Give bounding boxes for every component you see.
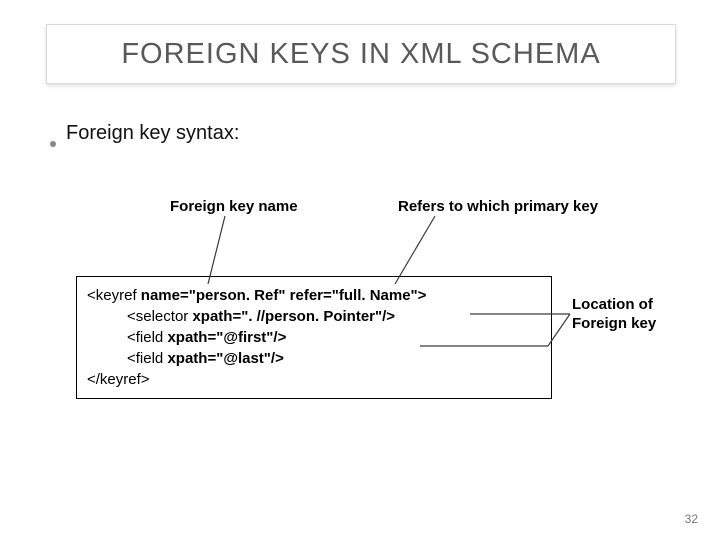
code-l3b: xpath="@first"/>: [167, 329, 286, 346]
code-l1c: refer="full. Name">: [290, 287, 427, 304]
line-fkname: [208, 216, 225, 284]
code-l4b: xpath="@last"/>: [167, 350, 283, 367]
code-line-2: <selector xpath=". //person. Pointer"/>: [87, 306, 541, 327]
label-refers-primary-key: Refers to which primary key: [398, 198, 598, 215]
code-l3a: <field: [127, 329, 167, 346]
slide-title: FOREIGN KEYS IN XML SCHEMA: [121, 38, 600, 71]
label-location-foreign-key: Location of Foreign key: [572, 296, 656, 334]
bullet-dot-icon: [50, 141, 56, 147]
line-refers: [395, 216, 435, 284]
code-line-5: </keyref>: [87, 369, 541, 390]
bullet-row: Foreign key syntax:: [50, 122, 239, 145]
code-l1b: name="person. Ref": [141, 287, 290, 304]
label-location-line1: Location of: [572, 296, 653, 313]
code-line-4: <field xpath="@last"/>: [87, 348, 541, 369]
label-foreign-key-name: Foreign key name: [170, 198, 298, 215]
code-line-3: <field xpath="@first"/>: [87, 327, 541, 348]
code-l2a: <selector: [127, 308, 192, 325]
page-number: 32: [685, 512, 698, 526]
code-l2b: xpath=". //person. Pointer"/>: [192, 308, 395, 325]
label-location-line2: Foreign key: [572, 315, 656, 332]
code-l1a: <keyref: [87, 287, 141, 304]
code-line-1: <keyref name="person. Ref" refer="full. …: [87, 285, 541, 306]
bullet-text: Foreign key syntax:: [66, 122, 239, 145]
code-l4a: <field: [127, 350, 167, 367]
slide-title-box: FOREIGN KEYS IN XML SCHEMA: [46, 24, 676, 84]
code-box: <keyref name="person. Ref" refer="full. …: [76, 276, 552, 399]
